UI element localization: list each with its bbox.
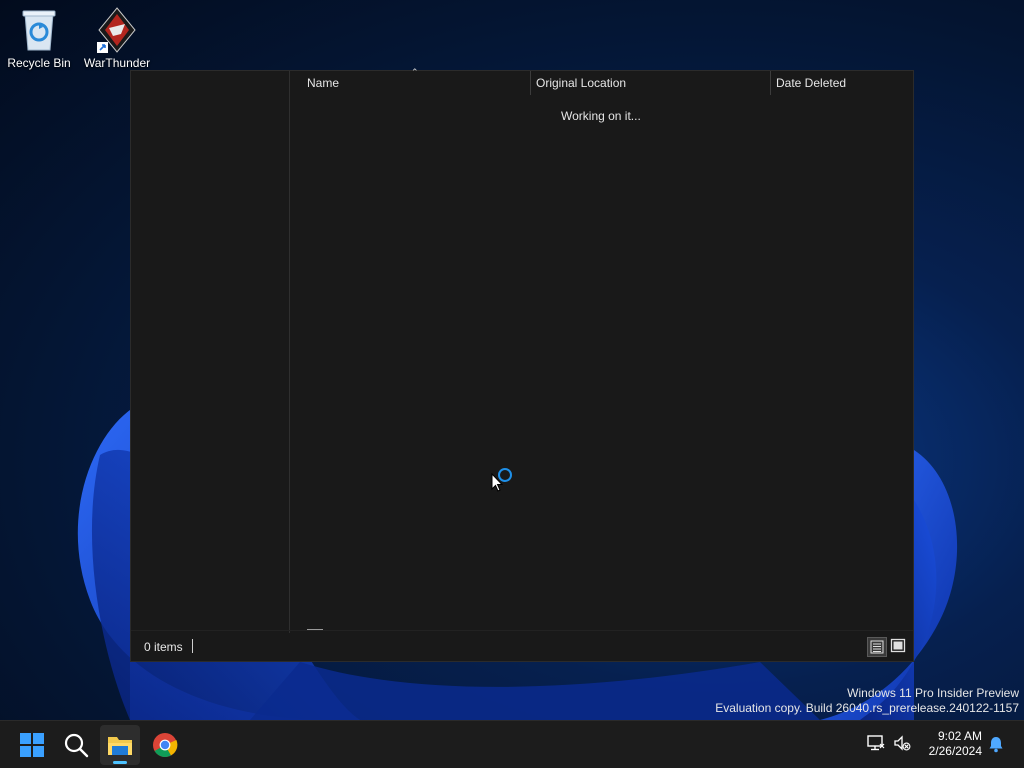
sort-ascending-icon: ⌃ [411,67,419,77]
tiles-view-button[interactable] [889,637,909,657]
volume-muted-icon[interactable] [892,733,912,753]
evaluation-watermark: Windows 11 Pro Insider Preview Evaluatio… [715,686,1019,716]
file-explorer-icon [108,737,132,755]
status-bar: 0 items [131,630,913,661]
navigation-pane[interactable] [131,71,290,633]
status-divider [192,639,193,653]
file-explorer-taskbar-button[interactable] [100,725,140,765]
notification-bell-icon[interactable] [987,735,1005,753]
column-header-original-location[interactable]: Original Location [536,71,626,97]
desktop-icon-recycle-bin[interactable]: Recycle Bin [1,6,77,70]
column-header-name[interactable]: Name [307,71,339,97]
watermark-build: Evaluation copy. Build 26040.rs_prerelea… [715,701,1019,715]
desktop-icon-warthunder[interactable]: WarThunder [79,6,155,70]
warthunder-icon [95,6,139,54]
column-header-date-deleted[interactable]: Date Deleted [776,71,846,97]
desktop-icon-label: Recycle Bin [7,56,71,70]
taskbar: 9:02 AM 2/26/2024 [0,720,1024,768]
search-button[interactable] [56,725,96,765]
column-divider[interactable] [770,71,771,95]
clock-time: 9:02 AM [937,729,982,743]
mouse-pointer-icon [491,473,503,492]
tiles-view-icon [890,638,906,653]
column-divider[interactable] [530,71,531,95]
active-app-indicator [113,761,127,764]
desktop-icon-label: WarThunder [83,56,151,70]
start-button[interactable] [12,725,52,765]
file-list-pane[interactable]: ⌃ Name Original Location Date Deleted Wo… [289,67,913,633]
system-clock[interactable]: 9:02 AM 2/26/2024 [929,729,982,759]
details-view-icon [870,640,884,654]
details-view-button[interactable] [867,637,887,657]
clock-date: 2/26/2024 [928,744,982,758]
item-count: 0 items [144,640,183,654]
loading-message: Working on it... [561,109,641,123]
network-icon[interactable] [866,733,886,753]
chrome-icon [153,733,178,758]
chrome-taskbar-button[interactable] [145,725,185,765]
watermark-edition: Windows 11 Pro Insider Preview [847,686,1019,700]
recycle-bin-window[interactable]: ⌃ Name Original Location Date Deleted Wo… [130,67,914,662]
start-icon [20,733,44,757]
search-icon [64,733,89,758]
recycle-bin-icon [17,6,61,54]
